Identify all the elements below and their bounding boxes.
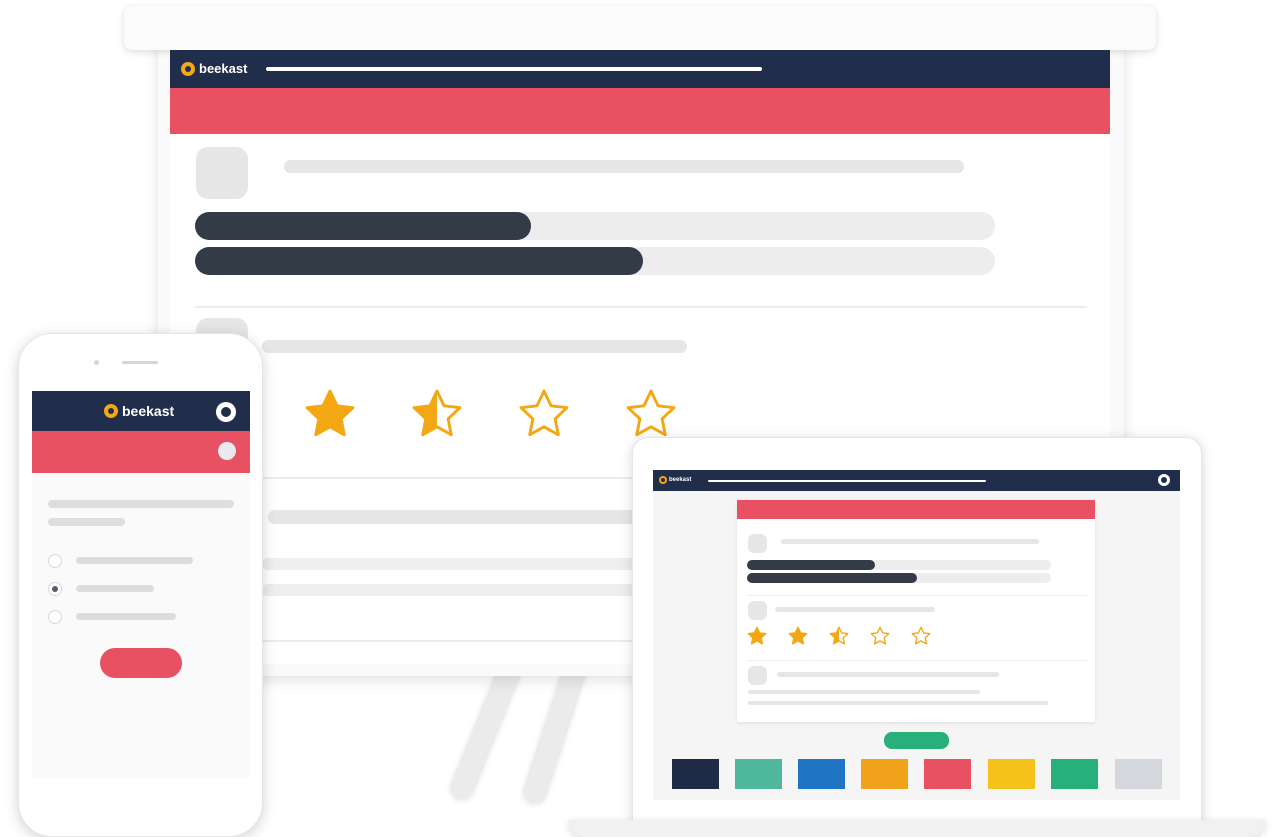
poll-result-bar [747,573,1051,583]
star-half-icon [412,389,462,437]
question-avatar [748,534,767,553]
option-label-placeholder [76,557,193,564]
star-empty-icon[interactable] [910,625,932,647]
divider [747,595,1087,596]
divider [747,660,1087,661]
question-avatar [196,147,248,199]
projector-title-placeholder [266,67,762,71]
question-text-placeholder [781,539,1039,544]
submit-button[interactable] [100,648,182,678]
divider [195,306,1087,308]
option-label-placeholder [76,585,154,592]
question-text-placeholder [284,160,964,173]
toggle-icon[interactable] [218,442,236,460]
projector-tripod-leg [520,656,590,807]
laptop-title-placeholder [708,480,986,482]
question-text-placeholder [775,607,935,612]
star-empty-icon[interactable] [869,625,891,647]
poll-result-fill [747,560,875,570]
phone-camera [94,360,99,365]
laptop-logo-text: beekast [669,477,692,483]
phone-speaker [122,361,158,364]
answer-color-button[interactable] [861,759,908,789]
answer-color-button[interactable] [1115,759,1162,789]
answer-color-button[interactable] [735,759,782,789]
answer-text-placeholder [748,701,1048,705]
poll-result-fill [195,247,643,275]
option-label-placeholder [76,613,176,620]
projector-logo: beekast [181,61,247,76]
star-full-icon [305,389,355,437]
bee-logo-icon [659,476,667,484]
question-avatar [748,601,767,620]
laptop-banner [737,500,1095,519]
poll-result-bar [195,247,995,275]
answer-color-button[interactable] [988,759,1035,789]
question-text-placeholder [48,518,125,526]
answer-color-button[interactable] [672,759,719,789]
bee-logo-icon [104,404,118,418]
option-radio[interactable] [48,554,62,568]
phone-logo-text: beekast [122,403,175,419]
user-icon[interactable] [1158,474,1170,486]
star-empty-icon [626,389,676,437]
poll-result-fill [195,212,531,240]
star-full-icon[interactable] [746,625,768,647]
user-icon[interactable] [216,402,236,422]
projector-screen-roller [124,6,1156,50]
option-radio[interactable] [48,582,62,596]
answer-text-placeholder [748,690,980,694]
poll-result-fill [747,573,918,583]
laptop-base [568,820,1266,837]
projector-logo-text: beekast [199,61,248,76]
poll-result-bar [195,212,995,240]
phone-logo: beekast [104,403,174,419]
question-text-placeholder [48,500,234,508]
question-text-placeholder [777,672,999,677]
star-half-icon[interactable] [828,625,850,647]
answer-color-button[interactable] [798,759,845,789]
laptop-logo: beekast [659,476,691,484]
poll-result-bar [747,560,1051,570]
answer-color-button[interactable] [1051,759,1098,789]
submit-button[interactable] [884,732,949,749]
question-avatar [748,666,767,685]
projector-banner [170,88,1110,134]
answer-color-button[interactable] [924,759,971,789]
option-radio[interactable] [48,610,62,624]
star-full-icon[interactable] [787,625,809,647]
star-empty-icon [519,389,569,437]
bee-logo-icon [181,61,195,76]
question-text-placeholder [262,340,687,353]
